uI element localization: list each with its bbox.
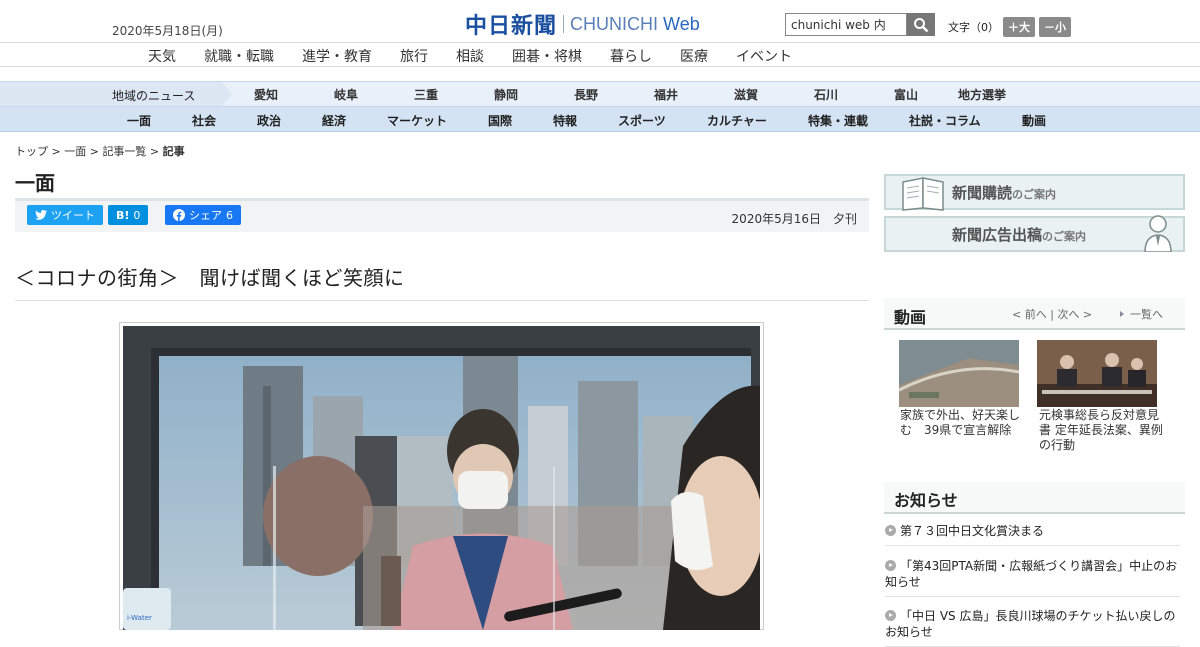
facebook-count: 6 <box>226 208 233 222</box>
regional-nav-label: 地域のニュース <box>0 82 222 106</box>
subscribe-banner[interactable]: 新聞購読のご案内 <box>884 174 1185 211</box>
region-gifu[interactable]: 岐阜 <box>334 86 358 103</box>
publish-date: 2020年5月16日 夕刊 <box>731 212 857 226</box>
video-caption-2[interactable]: 元検事総長ら反対意見書 定年延長法案、異例の行動 <box>1039 408 1169 453</box>
nav-igo-shogi[interactable]: 囲碁・将棋 <box>512 46 582 66</box>
nav-jobs[interactable]: 就職・転職 <box>204 46 274 66</box>
hatena-count: 0 <box>133 208 141 222</box>
current-date: 2020年5月18日(月) <box>112 24 223 38</box>
region-toyama[interactable]: 富山 <box>894 86 918 103</box>
font-size-control: 文字（0） ＋大 －小 <box>948 17 1071 37</box>
regional-nav: 地域のニュース 愛知 岐阜 三重 静岡 長野 福井 滋賀 石川 富山 地方選挙 <box>0 81 1200 107</box>
video-next-link[interactable]: 次へ <box>1057 308 1079 321</box>
video-section-header: 動画 < 前へ | 次へ > 一覧へ <box>884 298 1185 330</box>
region-ishikawa[interactable]: 石川 <box>814 86 838 103</box>
arrow-circle-icon <box>885 610 896 621</box>
section-culture[interactable]: カルチャー <box>707 112 767 129</box>
font-larger-button[interactable]: ＋大 <box>1003 17 1035 37</box>
regional-arrow <box>222 82 232 106</box>
article-photo[interactable]: i-Water <box>119 322 764 630</box>
section-economy[interactable]: 経済 <box>322 112 346 129</box>
logo-japanese: 中日新聞 <box>465 14 558 39</box>
nav-events[interactable]: イベント <box>736 46 792 66</box>
search-icon <box>914 17 929 32</box>
section-special[interactable]: 特報 <box>553 112 577 129</box>
video-list-link[interactable]: 一覧へ <box>1130 308 1163 321</box>
businessperson-icon <box>1144 215 1172 252</box>
video-thumbnail-1[interactable] <box>898 340 1020 407</box>
region-elections[interactable]: 地方選挙 <box>958 86 1006 103</box>
section-video[interactable]: 動画 <box>1022 112 1046 129</box>
article-title: ＜コロナの街角＞ 聞けば聞くほど笑顔に <box>15 266 405 290</box>
breadcrumb-front[interactable]: 一面 <box>64 145 86 158</box>
facebook-icon <box>173 209 185 221</box>
region-shizuoka[interactable]: 静岡 <box>494 86 518 103</box>
breadcrumb: トップ > 一面 > 記事一覧 > 記事 <box>15 145 185 158</box>
section-politics[interactable]: 政治 <box>257 112 281 129</box>
notice-item[interactable]: 「中日 VS 広島」長良川球場のチケット払い戻しのお知らせ <box>885 608 1180 647</box>
region-aichi[interactable]: 愛知 <box>254 86 278 103</box>
section-international[interactable]: 国際 <box>488 112 512 129</box>
search-button[interactable] <box>907 13 935 36</box>
section-features[interactable]: 特集・連載 <box>808 112 868 129</box>
notices-heading: お知らせ <box>894 491 958 510</box>
video-caption-1[interactable]: 家族で外出、好天楽しむ 39県で宣言解除 <box>900 408 1025 438</box>
section-front[interactable]: 一面 <box>127 112 151 129</box>
subscribe-banner-text: 新聞購読 <box>952 184 1013 202</box>
video-heading: 動画 <box>894 308 927 327</box>
font-smaller-button[interactable]: －小 <box>1039 17 1071 37</box>
breadcrumb-top[interactable]: トップ <box>15 145 48 158</box>
logo-divider <box>563 15 565 33</box>
utility-nav: 天気 就職・転職 進学・教育 旅行 相談 囲碁・将棋 暮らし 医療 イベント <box>0 42 1200 67</box>
video-list-link-wrap: 一覧へ <box>1120 306 1163 322</box>
section-heading: 一面 <box>15 171 55 195</box>
video-thumbnail-2[interactable] <box>1037 340 1157 407</box>
region-shiga[interactable]: 滋賀 <box>734 86 758 103</box>
notice-item[interactable]: 第７３回中日文化賞決まる <box>885 523 1180 546</box>
search-input[interactable] <box>785 13 907 36</box>
arrow-circle-icon <box>885 560 896 571</box>
arrow-circle-icon <box>885 525 896 536</box>
facebook-share-button[interactable]: シェア 6 <box>165 205 241 225</box>
newspaper-icon <box>902 177 944 211</box>
advertise-banner-text: 新聞広告出稿 <box>952 226 1043 244</box>
hatena-icon: B! <box>116 208 130 222</box>
breadcrumb-current: 記事 <box>162 145 185 158</box>
region-fukui[interactable]: 福井 <box>654 86 678 103</box>
site-header: 2020年5月18日(月) 中日新聞 CHUNICHI Web 文字（0） ＋大… <box>0 0 1200 42</box>
section-sports[interactable]: スポーツ <box>618 112 666 129</box>
share-bar: ツイート B! 0 シェア 6 2020年5月16日 夕刊 <box>15 198 869 232</box>
breadcrumb-article-list[interactable]: 記事一覧 <box>102 145 146 158</box>
section-nav: 一面 社会 政治 経済 マーケット 国際 特報 スポーツ カルチャー 特集・連載… <box>0 107 1200 132</box>
video-nav: < 前へ | 次へ > <box>1012 308 1093 321</box>
site-logo[interactable]: 中日新聞 CHUNICHI Web <box>465 8 700 40</box>
nav-consult[interactable]: 相談 <box>456 46 484 66</box>
hatena-bookmark-button[interactable]: B! 0 <box>108 205 149 225</box>
photo-bottle-label: i-Water <box>127 614 152 622</box>
region-nagano[interactable]: 長野 <box>574 86 598 103</box>
section-society[interactable]: 社会 <box>192 112 216 129</box>
tweet-button[interactable]: ツイート <box>27 205 103 225</box>
font-size-label: 文字（0） <box>948 21 999 34</box>
video-thumbnail-image <box>1037 340 1157 407</box>
nav-medical[interactable]: 医療 <box>680 46 708 66</box>
logo-english: CHUNICHI Web <box>570 13 700 34</box>
title-divider <box>15 300 869 301</box>
nav-education[interactable]: 進学・教育 <box>302 46 372 66</box>
nav-travel[interactable]: 旅行 <box>400 46 428 66</box>
region-mie[interactable]: 三重 <box>414 86 438 103</box>
search-form <box>785 13 935 36</box>
nav-living[interactable]: 暮らし <box>610 46 652 66</box>
video-thumbnail-image <box>898 340 1020 407</box>
video-prev-link[interactable]: 前へ <box>1025 308 1047 321</box>
section-market[interactable]: マーケット <box>387 112 447 129</box>
twitter-icon <box>35 210 47 220</box>
arrow-right-icon <box>1120 311 1124 317</box>
notices-section-header: お知らせ <box>884 482 1185 514</box>
notice-item[interactable]: 「第43回PTA新聞・広報紙づくり講習会」中止のお知らせ <box>885 558 1180 597</box>
advertise-banner[interactable]: 新聞広告出稿のご案内 <box>884 215 1185 252</box>
photo-image: i-Water <box>123 326 760 630</box>
section-editorials[interactable]: 社説・コラム <box>909 112 981 129</box>
nav-weather[interactable]: 天気 <box>148 46 176 66</box>
